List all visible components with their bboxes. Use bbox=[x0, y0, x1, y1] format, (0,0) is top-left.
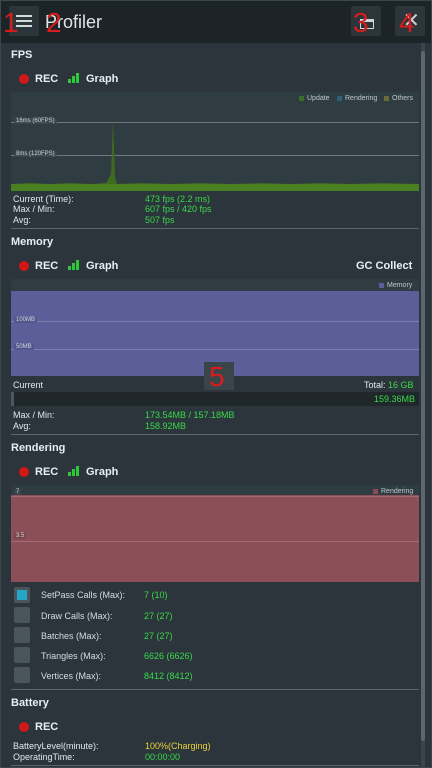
marker-5-box bbox=[204, 362, 234, 390]
memory-section-title: Memory bbox=[11, 236, 54, 248]
legend-swatch bbox=[379, 282, 384, 288]
memory-avg-value: 158.92MB bbox=[145, 421, 187, 431]
rendering-line-7 bbox=[11, 496, 419, 497]
memory-maxmin-label: Max / Min: bbox=[13, 410, 55, 420]
fps-current-label: Current (Time): bbox=[13, 194, 74, 204]
divider bbox=[11, 689, 419, 690]
battery-level-value: 100%(Charging) bbox=[145, 741, 211, 751]
graph-icon bbox=[68, 260, 80, 270]
triangles-checkbox[interactable] bbox=[14, 647, 30, 663]
vertices-label: Vertices (Max): bbox=[41, 671, 102, 681]
memory-line-100mb-label: 100MB bbox=[14, 317, 38, 323]
menu-icon-bar bbox=[16, 20, 32, 22]
memory-graph-toggle[interactable]: Graph bbox=[86, 260, 118, 272]
gc-collect-button[interactable]: GC Collect bbox=[356, 260, 412, 272]
memory-total-value: 16 GB bbox=[388, 380, 414, 390]
fps-graph: Update Rendering Others 16ms (60FPS) 8ms… bbox=[11, 92, 419, 191]
rec-icon bbox=[19, 74, 29, 84]
close-icon: ✕ bbox=[403, 10, 420, 32]
battery-rec-toggle[interactable]: REC bbox=[35, 721, 58, 733]
memory-current-label: Current bbox=[13, 380, 44, 390]
rendering-legend: Rendering bbox=[373, 488, 413, 495]
rendering-line-3-5 bbox=[11, 541, 419, 542]
rendering-graph-toggle[interactable]: Graph bbox=[86, 466, 118, 478]
menu-button[interactable] bbox=[9, 6, 39, 36]
memory-line-50mb bbox=[11, 349, 419, 350]
vertices-value: 8412 (8412) bbox=[144, 671, 193, 681]
minimize-button[interactable] bbox=[351, 6, 381, 36]
menu-icon-bar bbox=[16, 25, 32, 27]
divider bbox=[11, 765, 419, 766]
fps-rec-toggle[interactable]: REC bbox=[35, 73, 58, 85]
fps-section-title: FPS bbox=[11, 49, 33, 61]
batches-label: Batches (Max): bbox=[41, 631, 102, 641]
fps-maxmin-value: 607 fps / 420 fps bbox=[145, 204, 212, 214]
window-title: Profiler bbox=[45, 12, 103, 32]
operating-time-value: 00:00:00 bbox=[145, 752, 181, 762]
setpass-checkbox[interactable] bbox=[14, 587, 30, 603]
title-bar: Profiler ✕ bbox=[1, 1, 431, 43]
fps-graph-toggle[interactable]: Graph bbox=[86, 73, 118, 85]
rendering-line-3-5-label: 3.5 bbox=[14, 533, 27, 539]
divider bbox=[11, 228, 419, 229]
legend-swatch bbox=[373, 488, 378, 494]
rendering-rec-toggle[interactable]: REC bbox=[35, 466, 58, 478]
fps-avg-value: 507 fps bbox=[145, 215, 175, 225]
batches-value: 27 (27) bbox=[144, 631, 173, 641]
memory-legend: Memory bbox=[379, 282, 412, 289]
vertices-checkbox[interactable] bbox=[14, 667, 30, 683]
graph-icon bbox=[68, 466, 80, 476]
fps-maxmin-label: Max / Min: bbox=[13, 204, 55, 214]
fps-current-value: 473 fps (2.2 ms) bbox=[145, 194, 211, 204]
memory-line-100mb bbox=[11, 321, 419, 322]
triangles-label: Triangles (Max): bbox=[41, 651, 106, 661]
close-button[interactable]: ✕ bbox=[395, 6, 425, 36]
scrollbar-thumb[interactable] bbox=[421, 51, 425, 741]
rendering-section-title: Rendering bbox=[11, 442, 66, 454]
memory-current-value: 159.36MB bbox=[373, 394, 415, 404]
fps-frame-bars bbox=[11, 120, 419, 191]
rec-icon bbox=[19, 261, 29, 271]
window-icon bbox=[360, 19, 374, 29]
rendering-area bbox=[11, 495, 419, 582]
rendering-graph: Rendering 7 3.5 bbox=[11, 485, 419, 582]
setpass-label: SetPass Calls (Max): bbox=[41, 590, 126, 600]
batches-checkbox[interactable] bbox=[14, 627, 30, 643]
memory-total: Total: 16 GB bbox=[364, 380, 414, 390]
memory-avg-label: Avg: bbox=[13, 421, 31, 431]
battery-section-title: Battery bbox=[11, 697, 49, 709]
rec-icon bbox=[19, 722, 29, 732]
rec-icon bbox=[19, 467, 29, 477]
rendering-line-7-label: 7 bbox=[14, 489, 22, 495]
drawcalls-checkbox[interactable] bbox=[14, 607, 30, 623]
graph-icon bbox=[68, 73, 80, 83]
memory-maxmin-value: 173.54MB / 157.18MB bbox=[145, 410, 235, 420]
menu-icon bbox=[16, 15, 32, 17]
divider bbox=[11, 434, 419, 435]
fps-avg-label: Avg: bbox=[13, 215, 31, 225]
battery-level-label: BatteryLevel(minute): bbox=[13, 741, 99, 751]
memory-usage-bar: 159.36MB bbox=[11, 392, 419, 406]
setpass-value: 7 (10) bbox=[144, 590, 168, 600]
memory-line-50mb-label: 50MB bbox=[14, 344, 34, 350]
operating-time-label: OperatingTime: bbox=[13, 752, 75, 762]
memory-usage-fill bbox=[11, 392, 14, 406]
memory-rec-toggle[interactable]: REC bbox=[35, 260, 58, 272]
drawcalls-value: 27 (27) bbox=[144, 611, 173, 621]
drawcalls-label: Draw Calls (Max): bbox=[41, 611, 113, 621]
triangles-value: 6626 (6626) bbox=[144, 651, 193, 661]
memory-total-label: Total: bbox=[364, 380, 386, 390]
profiler-window: Profiler ✕ 1 2 3 4 FPS REC Graph Update … bbox=[0, 0, 432, 768]
